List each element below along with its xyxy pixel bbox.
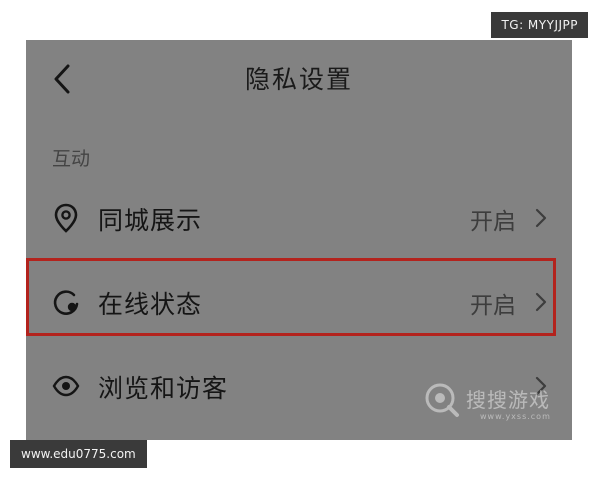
canvas: TG: MYYJJPP 隐私设置 互动 同城展示 开启 在线状态 开启 浏览和访… xyxy=(0,0,600,480)
eye-icon xyxy=(52,375,80,397)
chevron-right-icon xyxy=(535,208,547,228)
page-title: 隐私设置 xyxy=(244,65,353,94)
site-watermark: 搜搜游戏 www.yxss.com xyxy=(424,380,564,430)
url-watermark-badge: www.edu0775.com xyxy=(10,440,147,468)
tg-watermark-badge: TG: MYYJJPP xyxy=(491,12,588,38)
watermark-subtext: www.yxss.com xyxy=(480,412,551,421)
row-value: 开启 xyxy=(470,209,516,235)
row-label: 浏览和访客 xyxy=(98,374,229,403)
search-logo-icon xyxy=(425,383,459,417)
settings-row-local-display[interactable]: 同城展示 开启 xyxy=(26,190,572,246)
row-label: 同城展示 xyxy=(98,206,203,235)
section-label-interaction: 互动 xyxy=(52,148,91,170)
highlight-box xyxy=(26,258,556,336)
privacy-settings-screen: 隐私设置 互动 同城展示 开启 在线状态 开启 浏览和访客 搜搜游戏 www.y… xyxy=(26,40,572,440)
watermark-text: 搜搜游戏 xyxy=(466,388,550,412)
location-pin-icon xyxy=(54,203,78,233)
